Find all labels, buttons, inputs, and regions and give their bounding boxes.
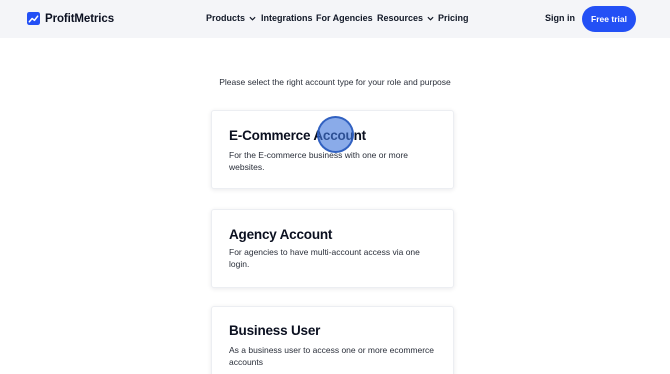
nav-integrations-label: Integrations [261, 13, 313, 23]
chevron-down-icon [249, 16, 256, 21]
nav-for-agencies[interactable]: For Agencies [316, 13, 373, 23]
card-title: Business User [229, 323, 321, 338]
nav-products[interactable]: Products [206, 13, 256, 23]
sign-in-link[interactable]: Sign in [545, 13, 575, 23]
nav-integrations[interactable]: Integrations [261, 13, 313, 23]
page-instruction: Please select the right account type for… [219, 77, 451, 87]
nav-products-label: Products [206, 13, 246, 23]
nav-resources-label: Resources [377, 13, 424, 23]
card-description: For agencies to have multi-account acces… [229, 247, 420, 269]
nav-for-agencies-label: For Agencies [316, 13, 373, 23]
cursor-indicator [317, 116, 354, 153]
nav-pricing[interactable]: Pricing [438, 13, 469, 23]
top-navigation-bar: ProfitMetrics Products Integrations For … [0, 0, 670, 38]
nav-resources[interactable]: Resources [377, 13, 434, 23]
card-description: For the E-commerce business with one or … [229, 150, 409, 172]
nav-pricing-label: Pricing [438, 13, 469, 23]
card-title: Agency Account [229, 227, 333, 242]
chevron-down-icon [427, 16, 434, 21]
card-description: As a business user to access one or more… [229, 345, 435, 367]
free-trial-button[interactable]: Free trial [582, 6, 636, 32]
business-user-card[interactable]: Business User As a business user to acce… [211, 306, 454, 374]
agency-account-card[interactable]: Agency Account For agencies to have mult… [211, 209, 454, 288]
